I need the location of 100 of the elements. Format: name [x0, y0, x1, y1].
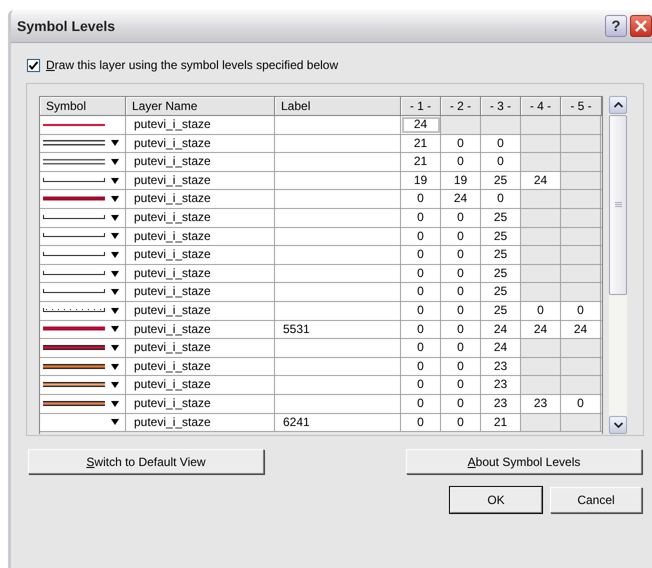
column-header[interactable]: Symbol	[40, 97, 126, 116]
level-cell[interactable]: 0	[441, 394, 481, 412]
dropdown-arrow-icon[interactable]	[111, 270, 119, 277]
column-header[interactable]: - 5 -	[561, 97, 602, 116]
dialog-button[interactable]: About Symbol Levels	[406, 449, 642, 474]
symbol-cell[interactable]	[40, 394, 126, 412]
level-cell[interactable]: 0	[441, 246, 481, 264]
level-cell[interactable]: 25	[481, 264, 521, 282]
symbol-cell[interactable]	[40, 134, 126, 152]
dropdown-arrow-icon[interactable]	[111, 178, 119, 184]
level-cell[interactable]: 0	[401, 394, 441, 412]
column-header[interactable]: - 2 -	[441, 97, 481, 116]
level-cell[interactable]: 25	[481, 172, 521, 190]
scroll-thumb[interactable]	[609, 115, 627, 295]
scroll-up-button[interactable]	[609, 96, 627, 114]
column-header[interactable]: - 1 -	[401, 97, 441, 116]
dropdown-arrow-icon[interactable]	[111, 196, 119, 202]
symbol-cell[interactable]	[40, 172, 126, 190]
symbol-cell[interactable]	[40, 246, 126, 264]
dropdown-arrow-icon[interactable]	[111, 419, 119, 426]
level-cell[interactable]: 0	[561, 302, 601, 320]
dialog-button[interactable]: Cancel	[550, 487, 642, 513]
symbol-cell[interactable]	[40, 358, 126, 376]
dropdown-arrow-icon[interactable]	[111, 382, 119, 388]
level-cell[interactable]: 0	[441, 302, 481, 320]
level-cell[interactable]: 0	[401, 283, 441, 301]
dropdown-arrow-icon[interactable]	[111, 326, 119, 332]
dropdown-arrow-icon[interactable]	[111, 158, 119, 165]
level-cell[interactable]: 0	[401, 376, 441, 394]
symbol-cell[interactable]	[40, 339, 126, 357]
dropdown-arrow-icon[interactable]	[111, 344, 119, 351]
level-cell[interactable]: 0	[441, 264, 481, 282]
level-cell[interactable]: 25	[481, 228, 521, 246]
level-cell[interactable]: 23	[481, 376, 521, 394]
level-cell[interactable]: 21	[481, 414, 521, 432]
level-cell[interactable]: 21	[401, 153, 441, 171]
level-cell[interactable]: 0	[401, 208, 441, 227]
level-cell[interactable]: 25	[481, 208, 521, 227]
level-cell[interactable]: 25	[481, 283, 521, 301]
level-cell[interactable]: 24	[441, 190, 481, 208]
dropdown-arrow-icon[interactable]	[111, 400, 119, 407]
dropdown-arrow-icon[interactable]	[111, 289, 119, 296]
dialog-button[interactable]: OK	[450, 487, 542, 513]
level-cell[interactable]: 0	[441, 358, 481, 376]
symbol-cell[interactable]	[40, 116, 126, 134]
level-cell[interactable]: 0	[401, 190, 441, 208]
level-cell[interactable]: 24	[561, 320, 601, 338]
level-cell[interactable]: 0	[481, 153, 521, 171]
level-cell[interactable]: 0	[441, 283, 481, 301]
symbol-cell[interactable]	[40, 153, 126, 171]
level-cell[interactable]: 23	[521, 394, 561, 412]
symbol-cell[interactable]	[40, 302, 126, 320]
level-cell[interactable]: 24	[481, 339, 521, 357]
level-cell[interactable]: 23	[481, 358, 521, 376]
level-cell[interactable]: 0	[561, 394, 601, 412]
dropdown-arrow-icon[interactable]	[111, 308, 119, 314]
level-cell[interactable]: 0	[481, 190, 521, 208]
level-cell[interactable]: 0	[441, 134, 481, 152]
symbol-cell[interactable]	[40, 320, 126, 338]
dialog-button[interactable]: Switch to Default View	[28, 449, 264, 474]
dropdown-arrow-icon[interactable]	[111, 364, 119, 370]
level-cell[interactable]: 0	[441, 153, 481, 171]
level-cell[interactable]: 0	[441, 339, 481, 357]
level-cell[interactable]: 24	[521, 172, 561, 190]
level-cell[interactable]: 0	[401, 320, 441, 338]
level-cell[interactable]: 0	[401, 264, 441, 282]
close-button[interactable]	[630, 15, 652, 37]
level-cell[interactable]: 0	[441, 414, 481, 432]
level-cell[interactable]: 0	[481, 134, 521, 152]
level-cell[interactable]: 24	[521, 320, 561, 338]
dropdown-arrow-icon[interactable]	[111, 140, 119, 146]
level-cell[interactable]: 24	[401, 116, 441, 134]
level-cell[interactable]: 0	[401, 414, 441, 432]
level-cell[interactable]: 0	[441, 228, 481, 246]
column-header[interactable]: - 3 -	[481, 97, 521, 116]
checkbox[interactable]	[27, 58, 40, 72]
level-cell[interactable]: 0	[401, 302, 441, 320]
vertical-scrollbar[interactable]	[609, 96, 627, 434]
level-cell[interactable]: 0	[441, 376, 481, 394]
dropdown-arrow-icon[interactable]	[111, 214, 119, 221]
level-cell[interactable]: 0	[521, 302, 561, 320]
level-cell[interactable]: 23	[481, 394, 521, 412]
level-cell[interactable]: 19	[401, 172, 441, 190]
scroll-down-button[interactable]	[609, 416, 627, 434]
checkbox-label[interactable]: Draw this layer using the symbol levels specified below	[46, 58, 338, 72]
symbol-cell[interactable]	[40, 283, 126, 301]
symbol-cell[interactable]	[40, 264, 126, 282]
level-cell[interactable]: 0	[441, 320, 481, 338]
column-header[interactable]: - 4 -	[521, 97, 561, 116]
level-cell[interactable]: 0	[401, 228, 441, 246]
help-button[interactable]: ?	[605, 15, 627, 37]
level-cell[interactable]: 0	[441, 208, 481, 227]
level-cell[interactable]: 0	[401, 358, 441, 376]
symbol-cell[interactable]	[40, 208, 126, 227]
symbol-cell[interactable]	[40, 376, 126, 394]
dropdown-arrow-icon[interactable]	[111, 252, 119, 258]
symbol-cell[interactable]	[40, 414, 126, 432]
column-header[interactable]: Label	[275, 97, 401, 116]
symbol-cell[interactable]	[40, 228, 126, 246]
level-cell[interactable]: 25	[481, 302, 521, 320]
